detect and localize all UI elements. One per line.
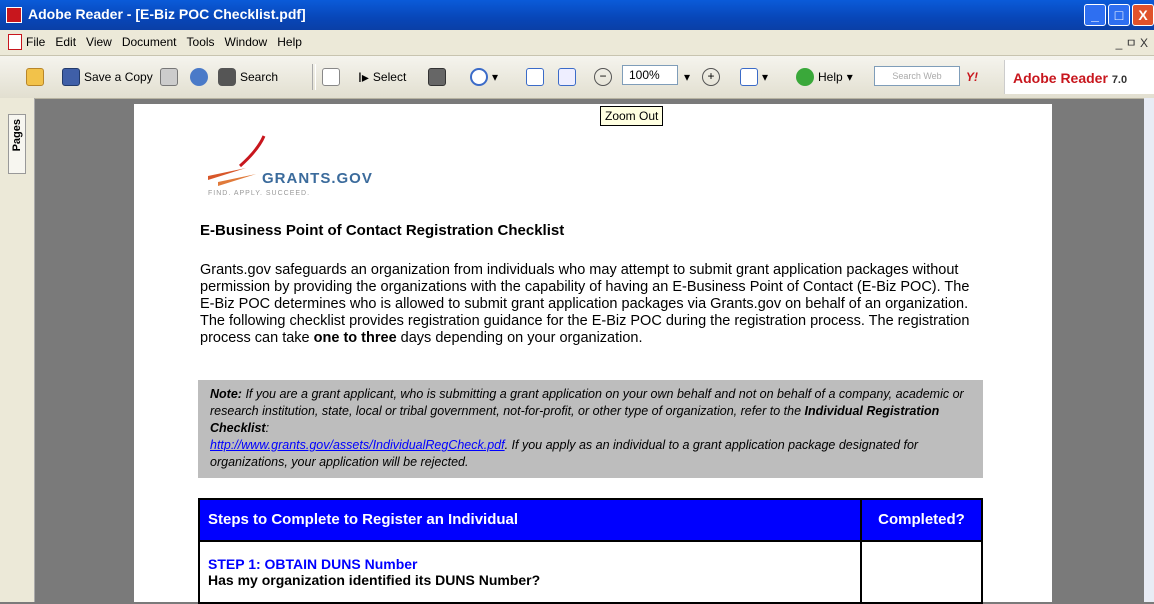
email-button[interactable] [190,66,208,88]
menu-view[interactable]: View [86,35,112,49]
note-box: Note: If you are a grant applicant, who … [198,380,983,478]
fit-page-button[interactable] [526,66,544,88]
pages-tab[interactable]: Pages [8,114,26,174]
reader-version: 7.0 [1111,74,1128,86]
zoom-input[interactable]: 100% [622,65,678,85]
binoculars-icon [218,68,236,86]
step1-cell: STEP 1: OBTAIN DUNS Number Has my organi… [200,542,862,602]
document-heading: E-Business Point of Contact Registration… [200,222,565,239]
table-header-steps: Steps to Complete to Register an Individ… [200,500,862,540]
yahoo-button[interactable]: Y! [966,66,978,88]
search-label: Search [240,70,279,84]
printer-icon [160,68,178,86]
menu-items: File Edit View Document Tools Window Hel… [26,35,302,49]
select-tool-button[interactable]: I▸ Select [358,66,406,88]
grants-gov-logo: GRANTS.GOV FIND. APPLY. SUCCEED. [206,130,406,202]
step1-completed-cell [862,542,981,602]
adobe-app-icon [6,7,22,23]
step1-question: Has my organization identified its DUNS … [208,572,541,588]
document-icon [8,34,22,50]
rotate-page-icon [740,68,758,86]
toolbar-separator [312,64,316,90]
hand-icon [322,68,340,86]
step1-title: STEP 1: OBTAIN DUNS Number [208,556,418,572]
minus-icon: − [594,68,612,86]
zoom-in-button[interactable]: + [702,66,720,88]
fit-width-button[interactable] [558,66,576,88]
dropdown-arrow-icon: ▾ [492,70,499,84]
intro-tail-text: days depending on your organization. [400,330,643,346]
logo-wordmark: GRANTS.GOV [262,170,373,187]
snapshot-button[interactable] [428,66,446,88]
help-button[interactable]: Help ▾ [796,66,853,88]
intro-paragraph: Grants.gov safeguards an organization fr… [200,262,970,347]
table-row: STEP 1: OBTAIN DUNS Number Has my organi… [200,540,981,602]
floppy-icon [62,68,80,86]
select-label: Select [372,70,407,84]
adobe-reader-badge: Adobe Reader 7.0 [1004,60,1154,94]
intro-bold-text: one to three [313,330,397,346]
save-copy-button[interactable]: Save a Copy [62,66,153,88]
fit-width-icon [558,68,576,86]
logo-tagline: FIND. APPLY. SUCCEED. [208,190,311,197]
help-icon [796,68,814,86]
window-titlebar: Adobe Reader - [E-Biz POC Checklist.pdf]… [0,0,1154,30]
menu-document[interactable]: Document [122,35,177,49]
email-icon [190,68,208,86]
individual-checklist-link[interactable]: http://www.grants.gov/assets/IndividualR… [210,438,505,452]
magnifier-icon [470,68,488,86]
zoom-out-tooltip: Zoom Out [600,106,664,126]
menu-help[interactable]: Help [277,35,302,49]
print-button[interactable] [160,66,178,88]
search-web-input[interactable]: Search Web [874,66,960,86]
reader-label: Adobe Reader [1013,70,1108,86]
vertical-scrollbar[interactable] [1144,98,1154,602]
zoom-dropdown-button[interactable]: ▾ [684,66,690,88]
save-copy-label: Save a Copy [84,70,153,84]
navigation-sidebar: Pages [0,98,35,602]
menu-window[interactable]: Window [225,35,268,49]
camera-icon [428,68,446,86]
note-colon: : [265,421,270,435]
note-label: Note: [210,387,242,401]
document-window-controls[interactable]: _ ㅁ X [1116,34,1148,51]
dropdown-arrow-icon: ▾ [846,70,853,84]
plus-icon: + [702,68,720,86]
search-button[interactable]: Search [218,66,278,88]
window-title: Adobe Reader - [E-Biz POC Checklist.pdf] [28,6,306,22]
table-header-row: Steps to Complete to Register an Individ… [200,500,981,540]
text-cursor-icon: I▸ [358,68,369,85]
folder-icon [26,68,44,86]
hand-tool-button[interactable] [322,66,340,88]
yahoo-label: Y! [966,70,978,84]
maximize-button[interactable]: □ [1108,4,1130,26]
steps-table: Steps to Complete to Register an Individ… [198,498,983,604]
menu-file[interactable]: File [26,35,45,49]
toolbar: Save a Copy Search I▸ Select ▾ − ▾ + ▾ He… [0,56,1154,99]
zoom-out-button[interactable]: − [594,66,612,88]
dropdown-arrow-icon: ▾ [684,70,691,84]
pages-tab-label: Pages [11,119,23,152]
close-button[interactable]: X [1132,4,1154,26]
minimize-button[interactable]: _ [1084,4,1106,26]
open-button[interactable] [26,66,44,88]
rotate-button[interactable]: ▾ [740,66,768,88]
dropdown-arrow-icon: ▾ [762,70,769,84]
table-header-completed: Completed? [878,511,965,528]
menu-tools[interactable]: Tools [187,35,215,49]
zoom-tool-button[interactable]: ▾ [470,66,498,88]
fit-page-icon [526,68,544,86]
menu-edit[interactable]: Edit [55,35,76,49]
help-label: Help [818,70,843,84]
menubar: File Edit View Document Tools Window Hel… [0,30,1154,56]
